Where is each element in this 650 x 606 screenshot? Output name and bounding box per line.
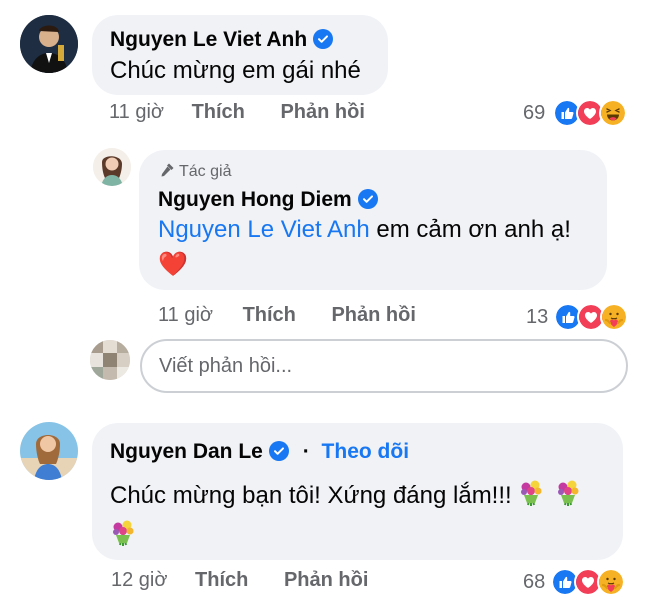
avatar-dan-le[interactable] <box>20 422 78 480</box>
comment-time[interactable]: 11 giờ <box>109 101 164 123</box>
comment-actions-2: 11 giờ Thích Phản hồi <box>158 304 416 327</box>
avatar-viet-anh[interactable] <box>20 15 78 73</box>
reaction-count: 69 <box>523 101 546 124</box>
reaction-summary-1[interactable]: 69 <box>523 99 628 127</box>
follow-button[interactable]: Theo dõi <box>322 440 410 463</box>
bouquet-icon <box>110 519 136 547</box>
comment-author[interactable]: Nguyen Le Viet Anh <box>110 28 307 51</box>
comment-time[interactable]: 12 giờ <box>111 569 167 591</box>
like-button[interactable]: Thích <box>243 304 296 326</box>
mention-link[interactable]: Nguyen Le Viet Anh <box>158 216 370 243</box>
haha-icon <box>599 99 628 127</box>
care-icon <box>597 568 626 596</box>
comment-author[interactable]: Nguyen Hong Diem <box>158 188 352 211</box>
comment-author[interactable]: Nguyen Dan Le <box>110 440 263 463</box>
author-badge: Tác giả <box>159 162 231 181</box>
comment-actions-1: 11 giờ Thích Phản hồi <box>109 101 365 124</box>
like-button[interactable]: Thích <box>195 569 248 591</box>
microphone-icon <box>161 163 174 177</box>
reply-input[interactable]: Viết phản hồi... <box>140 339 628 393</box>
verified-badge-icon <box>357 189 378 209</box>
reaction-summary-2[interactable]: 13 <box>526 303 629 331</box>
bouquet-icon <box>555 479 581 507</box>
reaction-count: 13 <box>526 305 549 328</box>
comment-time[interactable]: 11 giờ <box>158 304 213 326</box>
verified-badge-icon <box>268 441 289 461</box>
reply-button[interactable]: Phản hồi <box>280 101 364 123</box>
reaction-count: 68 <box>523 570 546 593</box>
avatar-hong-diem[interactable] <box>93 148 131 186</box>
comment-bubble-3: Nguyen Dan Le · Theo dõi Chúc mừng bạn t… <box>92 423 623 560</box>
heart-emoji: ❤️ <box>158 250 188 278</box>
comment-bubble-2: Tác giả Nguyen Hong Diem Nguyen Le Viet … <box>139 150 607 290</box>
reply-input-placeholder: Viết phản hồi... <box>159 355 293 377</box>
reply-button[interactable]: Phản hồi <box>331 304 415 326</box>
like-button[interactable]: Thích <box>192 101 245 123</box>
comment-text: Chúc mừng bạn tôi! Xứng đáng lắm!!! <box>110 482 512 509</box>
comment-actions-3: 12 giờ Thích Phản hồi <box>111 569 368 592</box>
comment-text: Chúc mừng em gái nhé <box>110 57 361 84</box>
comment-bubble-1: Nguyen Le Viet Anh Chúc mừng em gái nhé <box>92 15 388 95</box>
comment-text: em cảm ơn anh ạ! <box>376 216 571 243</box>
reply-button[interactable]: Phản hồi <box>284 569 368 591</box>
current-user-avatar <box>90 340 130 380</box>
verified-badge-icon <box>313 29 334 49</box>
bouquet-icon <box>518 479 544 507</box>
care-icon <box>600 303 629 331</box>
reaction-summary-3[interactable]: 68 <box>523 568 626 596</box>
